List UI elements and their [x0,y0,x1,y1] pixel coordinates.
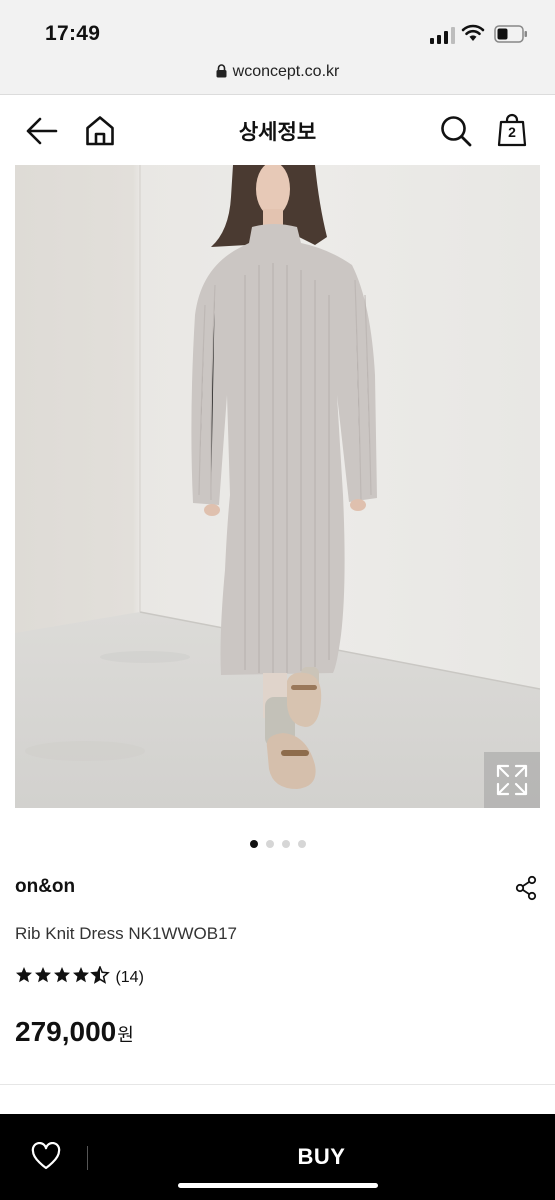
star-icon [54,967,70,983]
cart-count-badge: 2 [508,124,516,140]
lock-icon [216,64,227,78]
carousel-indicator [0,835,555,853]
model-photo-illustration [15,165,540,808]
half-star-icon [91,966,109,984]
product-rating[interactable]: (14) [15,966,144,987]
share-icon[interactable] [514,875,538,901]
cart-button[interactable]: 2 [497,113,527,147]
carousel-dot[interactable] [297,840,306,848]
battery-icon [494,25,527,43]
star-icon [16,967,32,983]
brand-name[interactable]: on&on [15,876,75,898]
url-text: wconcept.co.kr [232,63,340,80]
rating-stars [16,966,109,984]
cellular-signal-icon [430,27,455,44]
carousel-dot[interactable] [249,840,258,848]
product-image[interactable] [15,165,540,808]
product-price: 279,000원 [15,1016,134,1048]
buy-button[interactable]: BUY [88,1144,555,1170]
app-header: 상세정보 2 [0,95,555,165]
section-divider [0,1084,555,1085]
product-name: Rib Knit Dress NK1WWOB17 [15,924,237,943]
carousel-dot[interactable] [265,840,274,848]
carousel-dot[interactable] [281,840,290,848]
review-count: (14) [115,969,144,986]
status-bar: 17:49 [0,0,555,56]
heart-icon[interactable] [31,1142,61,1170]
search-icon[interactable] [440,115,472,147]
price-currency: 원 [117,1025,134,1045]
star-icon [35,967,51,983]
home-indicator [178,1183,378,1188]
price-value: 279,000 [15,1016,117,1047]
status-time: 17:49 [45,22,101,45]
fullscreen-button[interactable] [484,752,540,808]
browser-url-bar[interactable]: wconcept.co.kr [0,56,555,95]
star-icon [73,967,89,983]
wifi-icon [461,24,485,41]
url-display[interactable]: wconcept.co.kr [0,63,555,81]
expand-icon [496,764,528,796]
